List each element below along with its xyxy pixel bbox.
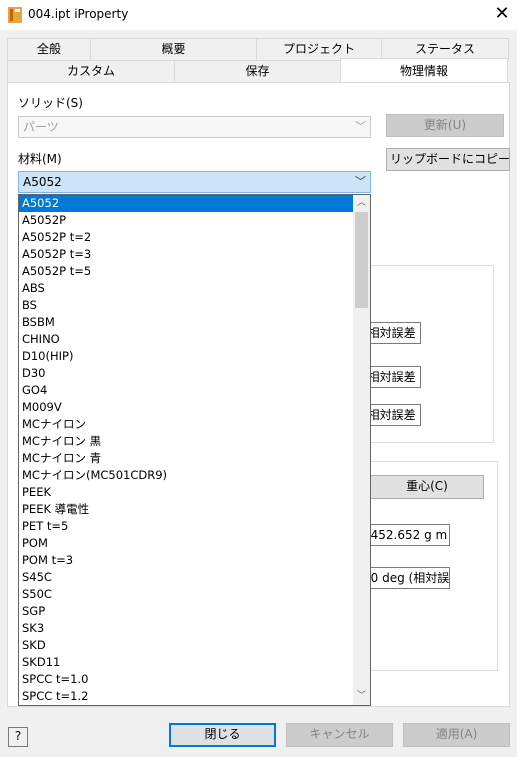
material-option[interactable]: S50C [19,586,353,603]
material-option[interactable]: ABS [19,280,353,297]
material-combobox[interactable]: A5052 ﹀ [18,171,371,193]
material-option[interactable]: MCナイロン 黒 [19,433,353,450]
inertia-value-field[interactable]: 8452.652 g m [360,524,450,546]
material-dropdown-list[interactable]: A5052 A5052P A5052P t=2 A5052P t=3 A5052P t=… [18,194,371,706]
material-option[interactable]: MCナイロン(MC501CDR9) [19,467,353,484]
material-option[interactable]: SPCC t=1.2 [19,688,353,705]
material-option[interactable]: D10(HIP) [19,348,353,365]
tab-general[interactable]: 全般 [7,38,91,60]
material-option[interactable]: A5052 [19,195,353,212]
help-button[interactable]: ? [8,727,28,747]
material-option[interactable]: SKD11 [19,654,353,671]
material-option[interactable]: SK3 [19,620,353,637]
material-value: A5052 [23,175,62,189]
material-option[interactable]: CHINO [19,331,353,348]
material-option[interactable]: PET t=5 [19,518,353,535]
tab-summary[interactable]: 概要 [90,38,257,60]
material-label: 材料(M) [18,152,62,166]
center-of-gravity-button[interactable]: 重心(C) [370,475,484,499]
tab-status[interactable]: ステータス [381,38,509,60]
close-window-icon[interactable]: ✕ [487,0,517,30]
chevron-down-icon: ﹀ [355,175,366,188]
solid-value: パーツ [23,120,59,134]
solid-combobox[interactable]: パーツ ﹀ [18,116,371,138]
material-option[interactable]: GO4 [19,382,353,399]
material-option[interactable]: PEEK 導電性 [19,501,353,518]
apply-button[interactable]: 適用(A) [403,723,510,747]
title-bar: 004.ipt iProperty ✕ [0,0,517,30]
material-option[interactable]: MCナイロン 青 [19,450,353,467]
inventor-app-icon [8,7,22,23]
material-option[interactable]: D30 [19,365,353,382]
close-button[interactable]: 閉じる [169,723,276,747]
material-option[interactable]: POM [19,535,353,552]
material-option[interactable]: BS [19,297,353,314]
tab-project[interactable]: プロジェクト [256,38,382,60]
material-option[interactable]: A5052P t=2 [19,229,353,246]
copy-to-clipboard-button[interactable]: リップボードにコピー( [386,148,510,171]
material-option[interactable]: MCナイロン [19,416,353,433]
material-option[interactable]: POM t=3 [19,552,353,569]
tab-physical[interactable]: 物理情報 [340,58,508,82]
solid-label: ソリッド(S) [18,96,83,110]
tab-save[interactable]: 保存 [174,60,341,82]
scroll-up-icon[interactable]: ︿ [353,195,370,212]
scroll-thumb[interactable] [355,212,368,308]
update-button[interactable]: 更新(U) [386,114,504,137]
material-option[interactable]: SKD [19,637,353,654]
material-option[interactable]: A5052P t=3 [19,246,353,263]
material-option[interactable]: SPCC t=1.0 [19,671,353,688]
material-option[interactable]: A5052P t=5 [19,263,353,280]
angle-value-field[interactable]: 00 deg (相対誤 [360,567,450,589]
dropdown-scrollbar[interactable]: ︿ ﹀ [353,195,370,705]
window-title: 004.ipt iProperty [28,7,129,21]
material-option[interactable]: M009V [19,399,353,416]
tab-row-bottom: カスタム 保存 物理情報 [7,58,508,82]
material-options: A5052 A5052P A5052P t=2 A5052P t=3 A5052P t=… [19,195,353,705]
tab-custom[interactable]: カスタム [7,60,175,82]
material-option[interactable]: SGP [19,603,353,620]
cancel-button[interactable]: キャンセル [286,723,393,747]
scroll-down-icon[interactable]: ﹀ [353,688,370,705]
material-option[interactable]: A5052P [19,212,353,229]
material-option[interactable]: BSBM [19,314,353,331]
material-option[interactable]: S45C [19,569,353,586]
chevron-down-icon: ﹀ [355,120,366,133]
material-option[interactable]: PEEK [19,484,353,501]
tab-row-top: 全般 概要 プロジェクト ステータス [7,38,509,60]
